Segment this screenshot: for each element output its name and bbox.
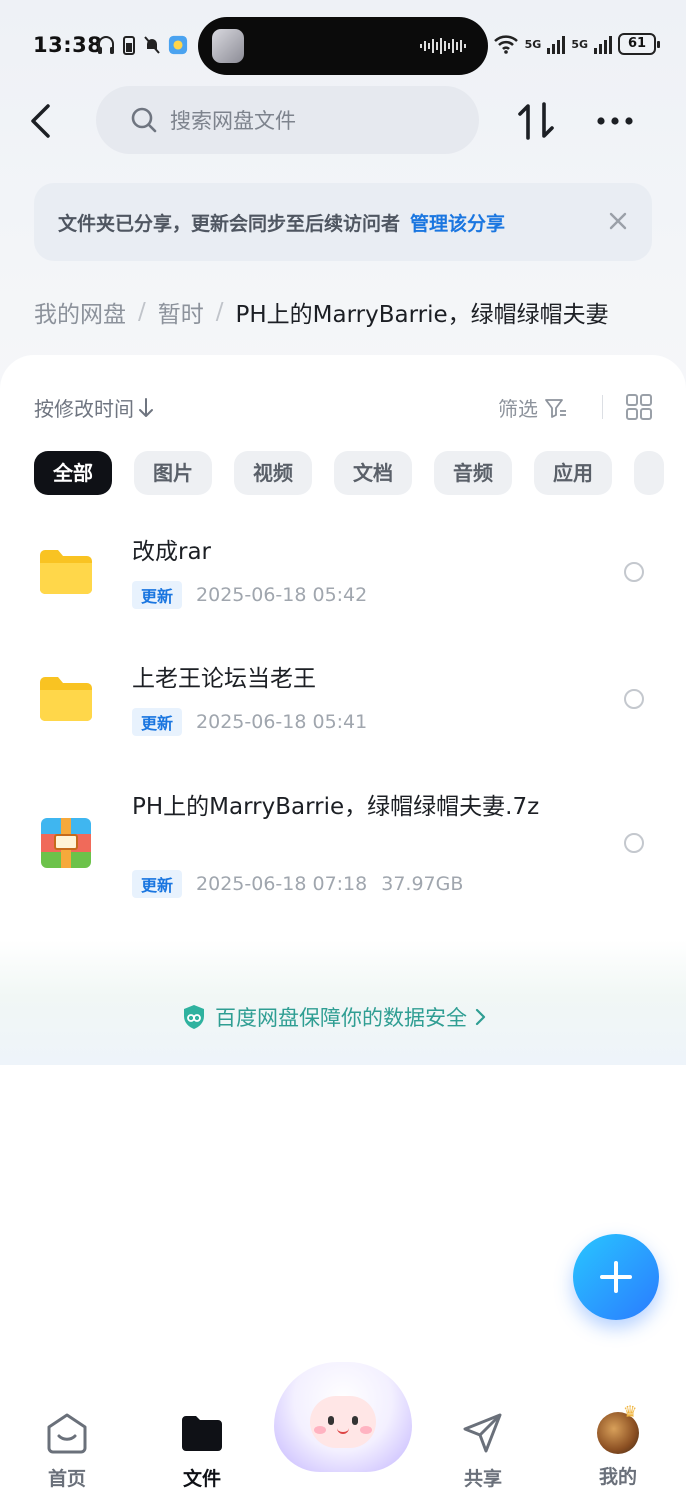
share-notice-banner: 文件夹已分享，更新会同步至后续访问者 管理该分享 (34, 183, 652, 261)
banner-text: 文件夹已分享，更新会同步至后续访问者 (58, 212, 401, 235)
nav-share[interactable]: 共享 (438, 1410, 528, 1491)
dynamic-island[interactable] (198, 17, 488, 75)
search-input[interactable]: 搜索网盘文件 (96, 86, 479, 154)
home-icon (47, 1413, 87, 1454)
security-text: 百度网盘保障你的数据安全 (215, 1006, 467, 1030)
breadcrumb-separator: / (138, 299, 146, 325)
chip-all[interactable]: 全部 (34, 451, 112, 495)
wifi-icon (493, 35, 518, 54)
select-checkbox[interactable] (624, 689, 644, 709)
file-size: 37.97GB (381, 873, 464, 895)
nav-me-label: 我的 (598, 1466, 637, 1488)
chevron-right-icon (475, 1008, 486, 1026)
folder-icon (182, 1416, 222, 1451)
paper-plane-icon (463, 1413, 502, 1453)
mascot-eye (352, 1416, 358, 1425)
breadcrumb: 我的网盘 / 暂时 / PH上的MarryBarrie，绿帽绿帽夫妻 (34, 294, 686, 330)
file-date: 2025-06-18 07:18 (196, 873, 368, 895)
file-date: 2025-06-18 05:42 (196, 584, 368, 606)
file-date: 2025-06-18 05:41 (196, 711, 368, 733)
file-name: 改成rar (132, 539, 212, 565)
status-icons-right: 5G 5G 61 (493, 33, 660, 55)
mascot-eye (328, 1416, 334, 1425)
breadcrumb-item-temp[interactable]: 暂时 (158, 295, 204, 329)
filter-label: 筛选 (498, 397, 538, 421)
nav-home-label: 首页 (47, 1468, 86, 1490)
assistant-mascot-button[interactable] (274, 1362, 412, 1472)
search-icon (131, 107, 157, 133)
close-icon[interactable] (608, 211, 628, 231)
mascot-cheek (314, 1426, 326, 1434)
signal-bars-icon (594, 36, 612, 54)
arrow-down-icon (139, 397, 153, 417)
status-icons-left (96, 34, 188, 56)
bell-muted-icon (144, 36, 160, 54)
add-button[interactable] (573, 1234, 659, 1320)
chip-images[interactable]: 图片 (134, 451, 212, 495)
file-meta: 更新 2025-06-18 05:42 (132, 581, 367, 609)
select-checkbox[interactable] (624, 562, 644, 582)
security-notice-link[interactable]: 百度网盘保障你的数据安全 (181, 1002, 487, 1032)
plus-icon (600, 1261, 632, 1293)
signal-label-1: 5G (524, 37, 542, 51)
file-meta: 更新 2025-06-18 07:18 37.97GB (132, 870, 463, 898)
transfer-sort-icon[interactable] (516, 100, 556, 142)
nav-home[interactable]: 首页 (22, 1410, 112, 1491)
filter-button[interactable]: 筛选 (498, 393, 568, 422)
list-item[interactable]: 改成rar 更新 2025-06-18 05:42 (0, 525, 686, 625)
headphones-icon (98, 36, 114, 54)
file-name: 上老王论坛当老王 (132, 666, 316, 692)
chip-more[interactable] (634, 451, 664, 495)
chip-apps[interactable]: 应用 (534, 451, 612, 495)
category-chips: 全部 图片 视频 文档 音频 应用 (34, 451, 664, 495)
crown-icon: ♛ (623, 1402, 638, 1421)
grid-view-icon[interactable] (625, 393, 653, 421)
manage-share-link[interactable]: 管理该分享 (410, 209, 505, 236)
sort-label: 按修改时间 (34, 397, 134, 421)
breadcrumb-item-my-disk[interactable]: 我的网盘 (34, 295, 126, 329)
chip-documents[interactable]: 文档 (334, 451, 412, 495)
file-name: PH上的MarryBarrie，绿帽绿帽夫妻.7z (132, 794, 540, 820)
battery-level: 61 (618, 33, 660, 55)
updated-badge: 更新 (132, 581, 183, 609)
chip-videos[interactable]: 视频 (234, 451, 312, 495)
profile-avatar: ♛ (595, 1402, 641, 1458)
nav-me[interactable]: ♛ 我的 (573, 1402, 663, 1489)
avatar: ♛ (597, 1402, 639, 1454)
weather-app-icon (168, 35, 188, 55)
mascot-face (310, 1396, 376, 1448)
sort-by-modified-button[interactable]: 按修改时间 (34, 393, 154, 422)
select-checkbox[interactable] (624, 833, 644, 853)
filter-icon (545, 398, 566, 418)
nav-files-label: 文件 (182, 1468, 221, 1490)
folder-icon (40, 677, 92, 721)
breadcrumb-current: PH上的MarryBarrie，绿帽绿帽夫妻 (235, 302, 609, 328)
folder-icon (40, 550, 92, 594)
updated-badge: 更新 (132, 870, 183, 898)
shield-icon (184, 1005, 204, 1029)
signal-label-2: 5G (571, 37, 588, 51)
file-meta: 更新 2025-06-18 05:41 (132, 708, 367, 736)
audio-wave-icon (420, 38, 466, 54)
list-item[interactable]: 上老王论坛当老王 更新 2025-06-18 05:41 (0, 652, 686, 752)
mascot-mouth (337, 1428, 349, 1434)
toolbar-divider (602, 395, 603, 419)
signal-bars-icon (547, 36, 566, 54)
nav-files[interactable]: 文件 (157, 1410, 247, 1491)
search-placeholder: 搜索网盘文件 (170, 109, 296, 133)
breadcrumb-separator: / (215, 299, 224, 325)
island-album-art (212, 29, 244, 63)
archive-7z-icon (41, 818, 91, 868)
mascot-cheek (360, 1426, 372, 1434)
status-bar: 13:38 5G 5G 61 (0, 0, 686, 92)
more-options-icon[interactable] (594, 106, 636, 136)
back-arrow-icon[interactable] (24, 100, 64, 142)
status-time: 13:38 (33, 33, 103, 57)
chip-audio[interactable]: 音频 (434, 451, 512, 495)
updated-badge: 更新 (132, 708, 183, 736)
list-item[interactable]: PH上的MarryBarrie，绿帽绿帽夫妻.7z 更新 2025-06-18 … (0, 780, 686, 910)
phone-battery-icon (123, 36, 135, 55)
nav-share-label: 共享 (463, 1468, 502, 1490)
